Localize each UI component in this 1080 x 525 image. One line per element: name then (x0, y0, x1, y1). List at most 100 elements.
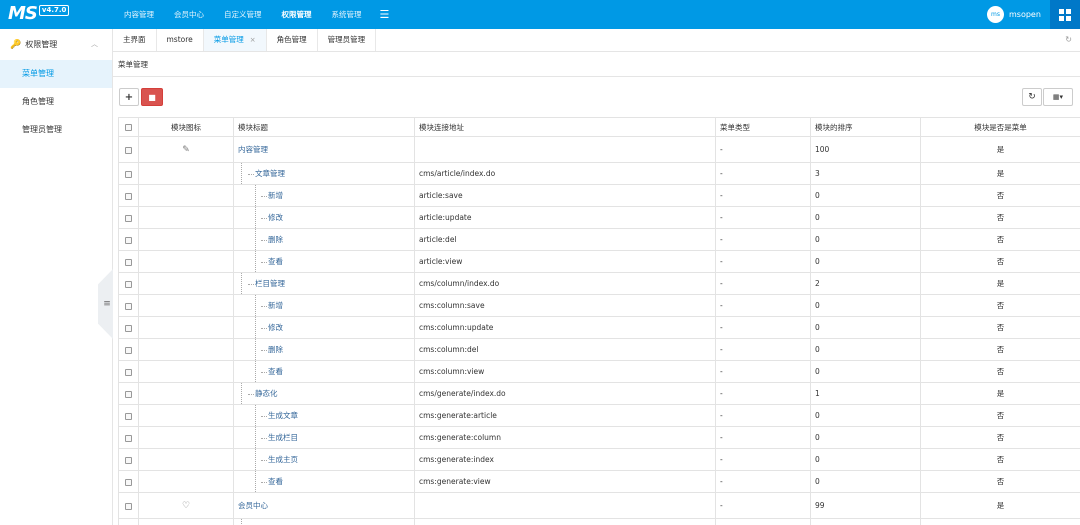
topnav-item[interactable]: 会员中心 (164, 0, 214, 29)
col-header-sort[interactable]: 模块的排序 (810, 117, 921, 137)
sidebar-item[interactable]: 菜单管理 (0, 60, 112, 88)
row-checkbox[interactable] (118, 470, 139, 493)
add-button[interactable]: + (119, 88, 139, 106)
topnav-item[interactable]: 系统管理 (322, 0, 372, 29)
row-title[interactable]: 静态化 (233, 382, 415, 405)
row-checkbox[interactable] (118, 518, 139, 525)
col-header-title[interactable]: 模块标题 (233, 117, 415, 137)
refresh-button[interactable]: ↻ (1022, 88, 1042, 106)
row-title-text[interactable]: 栏目管理 (255, 279, 285, 288)
row-title[interactable]: 查看 (233, 250, 415, 273)
sidebar-item[interactable]: 角色管理 (0, 88, 112, 116)
row-checkbox[interactable] (118, 136, 139, 163)
row-checkbox[interactable] (118, 184, 139, 207)
sidebar-item[interactable]: 管理员管理 (0, 116, 112, 144)
row-title-text[interactable]: 生成栏目 (268, 433, 298, 442)
row-checkbox[interactable] (118, 316, 139, 339)
row-title[interactable]: 修改 (233, 206, 415, 229)
table-row[interactable]: 新增 cms:column:save -0 否 (118, 294, 1080, 317)
row-checkbox[interactable] (118, 448, 139, 471)
row-checkbox[interactable] (118, 206, 139, 229)
row-title-text[interactable]: 文章管理 (255, 169, 285, 178)
tab[interactable]: 角色管理 (267, 29, 318, 51)
row-title[interactable]: 栏目管理 (233, 272, 415, 295)
row-title[interactable]: 新增 (233, 294, 415, 317)
row-checkbox[interactable] (118, 294, 139, 317)
row-title-text[interactable]: 新增 (268, 191, 283, 200)
table-row[interactable]: 删除 cms:column:del -0 否 (118, 338, 1080, 361)
table-row[interactable]: 修改 article:update -0 否 (118, 206, 1080, 229)
logo[interactable]: MS v4.7.0 (8, 3, 70, 26)
table-row[interactable]: ✎ 内容管理 -100 是 (118, 136, 1080, 163)
row-title-text[interactable]: 静态化 (255, 389, 278, 398)
user-menu[interactable]: ms msopen (987, 6, 1041, 23)
tab[interactable]: 菜单管理 × (203, 29, 267, 51)
row-checkbox[interactable] (118, 250, 139, 273)
row-title-text[interactable]: 查看 (268, 257, 283, 266)
table-row[interactable]: 生成主页 cms:generate:index -0 否 (118, 448, 1080, 471)
topnav-item[interactable]: 内容管理 (114, 0, 164, 29)
table-row[interactable]: ♡ 会员中心 -99 是 (118, 492, 1080, 519)
row-checkbox[interactable] (118, 272, 139, 295)
row-title[interactable]: 查看 (233, 360, 415, 383)
row-title-text[interactable]: 内容管理 (238, 145, 268, 154)
table-row[interactable]: 查看 cms:column:view -0 否 (118, 360, 1080, 383)
row-checkbox[interactable] (118, 228, 139, 251)
refresh-tab-icon[interactable]: ↻ (1065, 35, 1072, 44)
table-row[interactable]: 栏目管理 cms/column/index.do -2 是 (118, 272, 1080, 295)
topnav-item[interactable]: 自定义管理 (214, 0, 272, 29)
row-title[interactable]: 会员中心 (233, 492, 415, 519)
row-checkbox[interactable] (118, 426, 139, 449)
row-title-text[interactable]: 新增 (268, 301, 283, 310)
row-checkbox[interactable] (118, 382, 139, 405)
select-all-checkbox[interactable] (118, 117, 139, 137)
table-row[interactable]: 修改 cms:column:update -0 否 (118, 316, 1080, 339)
avatar[interactable]: ms (987, 6, 1004, 23)
col-header-url[interactable]: 模块连接地址 (414, 117, 716, 137)
row-title-text[interactable]: 删除 (268, 345, 283, 354)
table-row[interactable]: 文章管理 cms/article/index.do -3 是 (118, 162, 1080, 185)
col-header-icon[interactable]: 模块图标 (138, 117, 234, 137)
delete-button[interactable]: ■ (141, 88, 163, 106)
tab[interactable]: 主界面 (113, 29, 157, 51)
row-title-text[interactable]: 修改 (268, 323, 283, 332)
col-header-type[interactable]: 菜单类型 (715, 117, 811, 137)
columns-button[interactable]: ▦▾ (1043, 88, 1073, 106)
row-checkbox[interactable] (118, 360, 139, 383)
tab[interactable]: 管理员管理 (318, 29, 377, 51)
row-title[interactable]: 生成文章 (233, 404, 415, 427)
row-title[interactable]: 修改 (233, 316, 415, 339)
row-checkbox[interactable] (118, 162, 139, 185)
table-row[interactable]: 生成文章 cms:generate:article -0 否 (118, 404, 1080, 427)
username[interactable]: msopen (1009, 10, 1041, 19)
table-row[interactable]: 新增 article:save -0 否 (118, 184, 1080, 207)
sidebar-group-permissions[interactable]: 🔑 权限管理 ︿ (0, 29, 112, 60)
row-title-text[interactable]: 修改 (268, 213, 283, 222)
row-title-text[interactable]: 会员中心 (238, 501, 268, 510)
row-title[interactable]: 生成栏目 (233, 426, 415, 449)
tab[interactable]: mstore (157, 29, 204, 51)
row-title-text[interactable]: 生成文章 (268, 411, 298, 420)
apps-grid-button[interactable] (1050, 0, 1080, 29)
table-row[interactable]: 查看 cms:generate:view -0 否 (118, 470, 1080, 493)
table-row[interactable]: 静态化 cms/generate/index.do -1 是 (118, 382, 1080, 405)
row-title[interactable]: 查看 (233, 470, 415, 493)
row-title[interactable]: 删除 (233, 338, 415, 361)
col-header-is-menu[interactable]: 模块是否是菜单 (920, 117, 1080, 137)
topnav-item[interactable]: 权限管理 (272, 0, 322, 29)
row-checkbox[interactable] (118, 338, 139, 361)
close-icon[interactable]: × (250, 36, 256, 44)
sidebar-collapse-handle[interactable]: ≡ (98, 269, 113, 339)
row-title[interactable]: 用户管理 (233, 518, 415, 525)
table-row[interactable]: 查看 article:view -0 否 (118, 250, 1080, 273)
hamburger-icon[interactable]: ☰ (372, 0, 398, 29)
row-title[interactable]: 新增 (233, 184, 415, 207)
row-title-text[interactable]: 删除 (268, 235, 283, 244)
row-title[interactable]: 文章管理 (233, 162, 415, 185)
table-row[interactable]: 删除 article:del -0 否 (118, 228, 1080, 251)
table-row[interactable]: 用户管理people/peopleUser/index.do-0是 (118, 518, 1080, 525)
table-row[interactable]: 生成栏目 cms:generate:column -0 否 (118, 426, 1080, 449)
row-checkbox[interactable] (118, 404, 139, 427)
row-checkbox[interactable] (118, 492, 139, 519)
row-title-text[interactable]: 查看 (268, 367, 283, 376)
